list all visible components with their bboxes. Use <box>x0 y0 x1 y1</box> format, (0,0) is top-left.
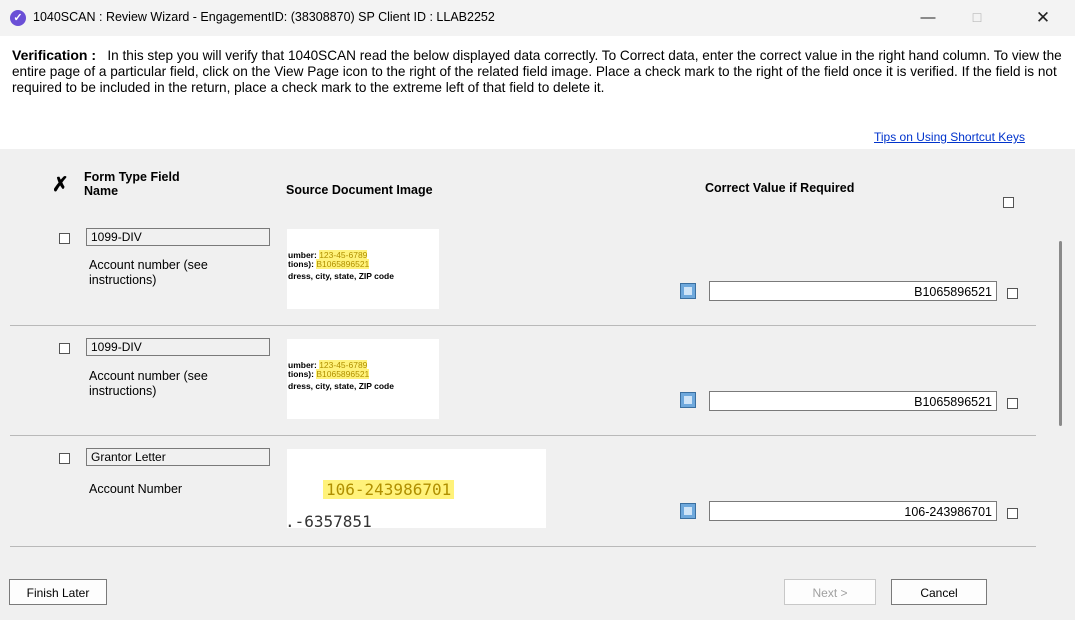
row-divider <box>10 546 1036 547</box>
cancel-button[interactable]: Cancel <box>891 579 987 605</box>
delete-field-checkbox[interactable] <box>59 453 70 464</box>
delete-field-checkbox[interactable] <box>59 233 70 244</box>
verified-checkbox[interactable] <box>1007 398 1018 409</box>
verify-all-checkbox[interactable] <box>1003 197 1014 208</box>
field-name: Account number (see instructions) <box>89 258 208 287</box>
correct-value-input[interactable]: B1065896521 <box>709 281 997 301</box>
close-button[interactable]: ✕ <box>1020 4 1066 32</box>
view-page-icon[interactable] <box>680 283 696 299</box>
form-type-box: 1099-DIV <box>86 228 270 246</box>
title-bar: ✓ 1040SCAN : Review Wizard - EngagementI… <box>0 0 1075 36</box>
verified-checkbox[interactable] <box>1007 508 1018 519</box>
check-circle-icon: ✓ <box>10 10 26 26</box>
source-document-image: umber: 123-45-6789 tions): B1065896521 d… <box>287 339 439 419</box>
delete-field-checkbox[interactable] <box>59 343 70 354</box>
image-label: tions): <box>288 259 314 269</box>
minimize-button[interactable]: — <box>905 4 951 32</box>
image-label: tions): <box>288 369 314 379</box>
source-document-image: 106-243986701 .-6357851 <box>287 449 546 528</box>
header-source-document-image: Source Document Image <box>286 183 433 197</box>
instructions-body: In this step you will verify that 1040SC… <box>12 48 1062 95</box>
verified-checkbox[interactable] <box>1007 288 1018 299</box>
scrollbar-thumb[interactable] <box>1059 241 1062 426</box>
view-page-icon[interactable] <box>680 503 696 519</box>
header-correct-value: Correct Value if Required <box>705 181 855 195</box>
row-divider <box>10 435 1036 436</box>
correct-value-input[interactable]: B1065896521 <box>709 391 997 411</box>
header-form-type-field-name: Form Type Field Name <box>84 170 180 198</box>
form-type-box: Grantor Letter <box>86 448 270 466</box>
form-type-box: 1099-DIV <box>86 338 270 356</box>
instructions-text: Verification : In this step you will ver… <box>12 47 1062 96</box>
source-document-image: umber: 123-45-6789 tions): B1065896521 d… <box>287 229 439 309</box>
image-text: dress, city, state, ZIP code <box>288 381 394 391</box>
field-name: Account number (see instructions) <box>89 369 208 398</box>
maximize-button[interactable]: ☐ <box>954 4 1000 32</box>
image-text: .-6357851 <box>287 512 372 528</box>
tips-shortcut-keys-link[interactable]: Tips on Using Shortcut Keys <box>874 130 1025 144</box>
field-name: Account Number <box>89 482 183 496</box>
row-divider <box>10 325 1036 326</box>
correct-value-input[interactable]: 106-243986701 <box>709 501 997 521</box>
window-title: 1040SCAN : Review Wizard - EngagementID:… <box>33 10 495 24</box>
image-value: B1065896521 <box>316 369 370 379</box>
image-value: B1065896521 <box>316 259 370 269</box>
image-text: dress, city, state, ZIP code <box>288 271 394 281</box>
image-value: 106-243986701 <box>323 480 455 499</box>
next-button[interactable]: Next > <box>784 579 876 605</box>
delete-column-icon: ✗ <box>52 174 69 196</box>
view-page-icon[interactable] <box>680 392 696 408</box>
instructions-panel: Verification : In this step you will ver… <box>0 36 1075 149</box>
finish-later-button[interactable]: Finish Later <box>9 579 107 605</box>
instructions-heading: Verification : <box>12 47 97 63</box>
